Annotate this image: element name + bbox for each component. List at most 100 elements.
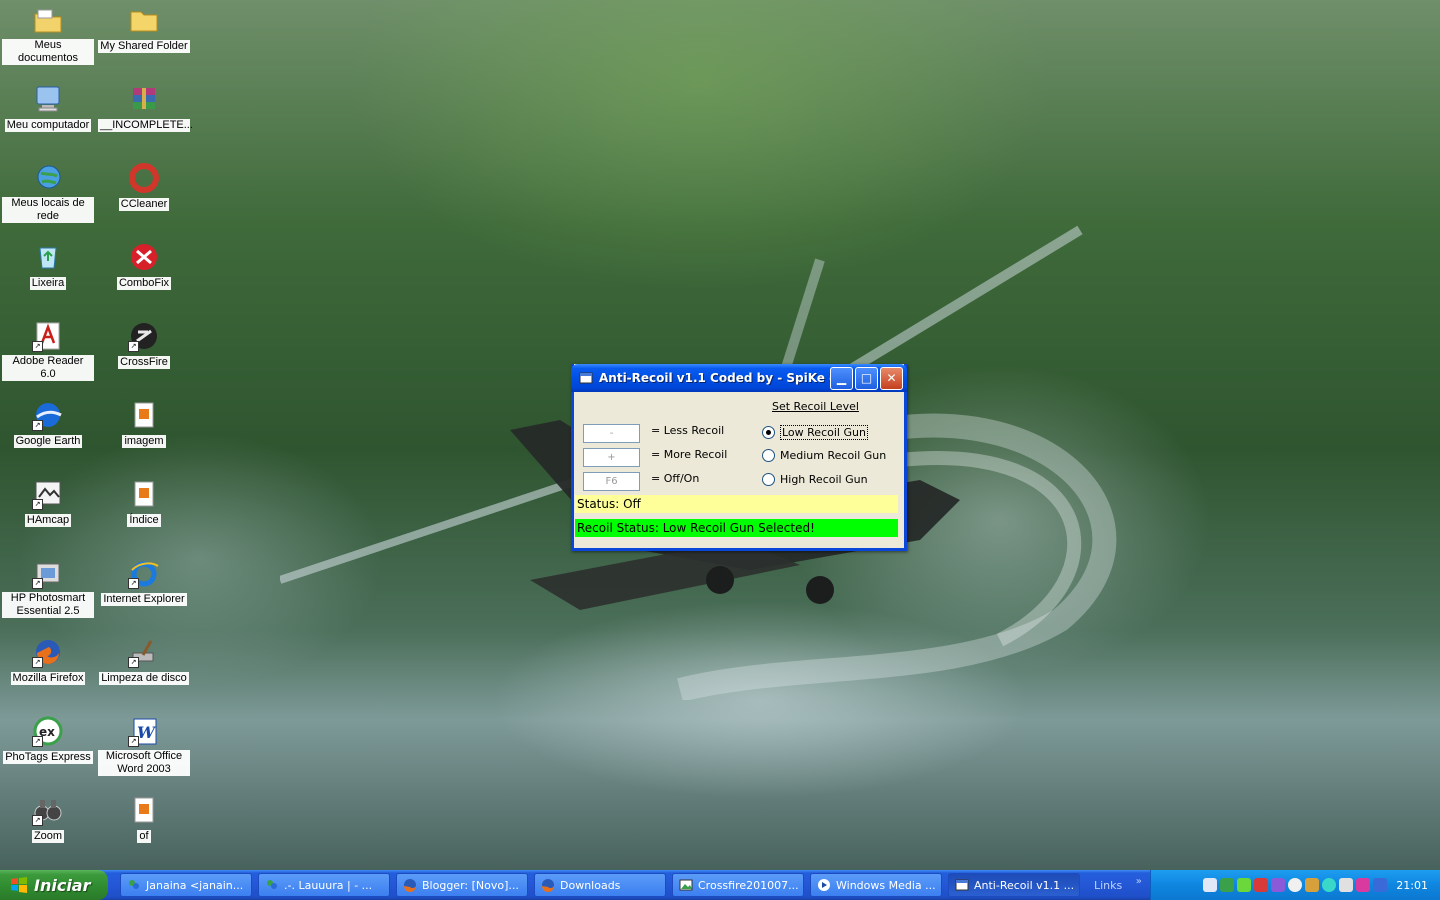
status-label: Status: Off bbox=[575, 495, 898, 513]
window-title: Anti-Recoil v1.1 Coded by - SpiKe - bbox=[599, 371, 830, 385]
update-icon[interactable] bbox=[1321, 878, 1336, 892]
svg-text:W: W bbox=[137, 723, 157, 742]
image-file-icon bbox=[128, 478, 160, 510]
winrar-archive-icon bbox=[128, 83, 160, 115]
binoculars-icon: ↗ bbox=[32, 794, 64, 826]
desktop-icon-combofix[interactable]: ComboFix bbox=[96, 241, 192, 290]
computer-icon bbox=[32, 83, 64, 115]
more-recoil-key-field[interactable]: + bbox=[583, 448, 640, 467]
security-icon[interactable] bbox=[1253, 878, 1268, 892]
taskbar-item-lauuura[interactable]: .-. Lauuura | - ... bbox=[258, 873, 390, 897]
off-on-label: = Off/On bbox=[651, 472, 700, 485]
app-icon bbox=[955, 879, 969, 891]
minimize-button[interactable]: ▁ bbox=[830, 366, 853, 390]
desktop-icon-google-earth[interactable]: ↗ Google Earth bbox=[0, 399, 96, 448]
windows-flag-icon bbox=[11, 877, 27, 893]
desktop-icon-indice[interactable]: Índice bbox=[96, 478, 192, 527]
disk-cleanup-icon: ↗ bbox=[128, 636, 160, 668]
taskbar-item-crossfire-image[interactable]: Crossfire201007... bbox=[672, 873, 804, 897]
firefox-icon bbox=[404, 879, 416, 892]
desktop-icon-of[interactable]: of bbox=[96, 794, 192, 843]
taskbar-item-anti-recoil[interactable]: Anti-Recoil v1.1 ... bbox=[948, 873, 1080, 897]
less-recoil-label: = Less Recoil bbox=[651, 424, 725, 437]
minimize-icon: ▁ bbox=[836, 371, 847, 385]
more-recoil-label: = More Recoil bbox=[651, 448, 728, 461]
desktop-icon-shared-folder[interactable]: My Shared Folder bbox=[96, 4, 192, 53]
app-icon bbox=[579, 372, 593, 384]
set-recoil-level-label: Set Recoil Level bbox=[772, 400, 859, 413]
desktop-icon-internet-explorer[interactable]: ↗ Internet Explorer bbox=[96, 557, 192, 606]
desktop-icon-my-documents[interactable]: Meus documentos bbox=[0, 4, 96, 65]
desktop-icon-my-computer[interactable]: Meu computador bbox=[0, 83, 96, 132]
safely-remove-icon[interactable] bbox=[1202, 878, 1217, 892]
medium-recoil-radio[interactable]: Medium Recoil Gun bbox=[762, 449, 886, 462]
image-file-icon bbox=[128, 399, 160, 431]
chevron-icon: » bbox=[1135, 875, 1142, 887]
desktop-icon-adobe-reader[interactable]: ↗ Adobe Reader 6.0 bbox=[0, 320, 96, 381]
hp-photosmart-icon: ↗ bbox=[32, 557, 64, 589]
messenger-tray-icon[interactable] bbox=[1270, 878, 1285, 892]
system-tray: 21:01 bbox=[1150, 870, 1440, 900]
links-toolbar[interactable]: Links » bbox=[1094, 875, 1142, 892]
desktop-icon-crossfire[interactable]: ↗ CrossFire bbox=[96, 320, 192, 369]
desktop-icon-hp-photosmart[interactable]: ↗ HP Photosmart Essential 2.5 bbox=[0, 557, 96, 618]
recycle-bin-icon bbox=[32, 241, 64, 273]
recoil-status-label: Recoil Status: Low Recoil Gun Selected! bbox=[575, 519, 898, 537]
desktop-icon-word-2003[interactable]: W ↗ Microsoft Office Word 2003 bbox=[96, 715, 192, 776]
low-recoil-radio[interactable]: Low Recoil Gun bbox=[762, 425, 868, 440]
folder-icon bbox=[128, 4, 160, 36]
radio-icon bbox=[762, 473, 775, 486]
radio-selected-icon bbox=[762, 426, 775, 439]
desktop-icon-photags[interactable]: ex ↗ PhoTags Express bbox=[0, 715, 96, 764]
firefox-icon bbox=[542, 879, 554, 892]
desktop-icon-network-places[interactable]: Meus locais de rede bbox=[0, 162, 96, 223]
close-button[interactable]: ✕ bbox=[880, 366, 903, 390]
hamcap-icon: ↗ bbox=[32, 478, 64, 510]
documents-folder-icon bbox=[32, 4, 64, 36]
desktop-icon-ccleaner[interactable]: CCleaner bbox=[96, 162, 192, 211]
display-icon[interactable] bbox=[1372, 878, 1387, 892]
anti-recoil-window: Anti-Recoil v1.1 Coded by - SpiKe - ▁ □ … bbox=[571, 364, 907, 551]
desktop-icon-recycle-bin[interactable]: Lixeira bbox=[0, 241, 96, 290]
less-recoil-key-field[interactable]: - bbox=[583, 424, 640, 443]
desktop-icon-firefox[interactable]: ↗ Mozilla Firefox bbox=[0, 636, 96, 685]
combofix-icon bbox=[128, 241, 160, 273]
photags-icon: ex ↗ bbox=[32, 715, 64, 747]
desktop-icon-disk-cleanup[interactable]: ↗ Limpeza de disco bbox=[96, 636, 192, 685]
signal-icon[interactable] bbox=[1236, 878, 1251, 892]
taskbar-item-janaina[interactable]: Janaina <janain... bbox=[120, 873, 252, 897]
high-recoil-radio[interactable]: High Recoil Gun bbox=[762, 473, 868, 486]
globe-icon: ↗ bbox=[32, 399, 64, 431]
start-button[interactable]: Iniciar bbox=[0, 870, 108, 900]
maximize-icon: □ bbox=[860, 371, 873, 385]
taskbar: Iniciar Janaina <janain... .-. Lauuura |… bbox=[0, 870, 1440, 900]
media-player-icon bbox=[818, 879, 830, 891]
app-tray-icon[interactable] bbox=[1287, 878, 1302, 892]
desktop-icon-imagem[interactable]: imagem bbox=[96, 399, 192, 448]
clock[interactable]: 21:01 bbox=[1396, 879, 1428, 892]
adobe-reader-icon: ↗ bbox=[32, 320, 64, 352]
image-file-icon bbox=[128, 794, 160, 826]
ccleaner-icon bbox=[128, 162, 160, 194]
network-icon bbox=[32, 162, 64, 194]
taskbar-item-downloads[interactable]: Downloads bbox=[534, 873, 666, 897]
desktop-icon-hamcap[interactable]: ↗ HAmcap bbox=[0, 478, 96, 527]
close-icon: ✕ bbox=[886, 371, 897, 385]
image-viewer-icon bbox=[679, 879, 693, 891]
radio-icon bbox=[762, 449, 775, 462]
desktop-icon-zoom[interactable]: ↗ Zoom bbox=[0, 794, 96, 843]
taskbar-item-blogger[interactable]: Blogger: [Novo]... bbox=[396, 873, 528, 897]
internet-explorer-icon: ↗ bbox=[128, 557, 160, 589]
crossfire-icon: ↗ bbox=[128, 320, 160, 352]
messenger-icon bbox=[129, 880, 139, 889]
window-titlebar[interactable]: Anti-Recoil v1.1 Coded by - SpiKe - ▁ □ … bbox=[571, 364, 907, 392]
desktop-icon-incomplete[interactable]: __INCOMPLETE... bbox=[96, 83, 193, 132]
tool-icon[interactable] bbox=[1338, 878, 1353, 892]
maximize-button[interactable]: □ bbox=[855, 366, 878, 390]
off-on-key-field[interactable]: F6 bbox=[583, 472, 640, 491]
volume-icon[interactable] bbox=[1304, 878, 1319, 892]
antivirus-icon[interactable] bbox=[1355, 878, 1370, 892]
network-icon[interactable] bbox=[1219, 878, 1234, 892]
word-icon: W ↗ bbox=[128, 715, 160, 747]
taskbar-item-windows-media[interactable]: Windows Media ... bbox=[810, 873, 942, 897]
